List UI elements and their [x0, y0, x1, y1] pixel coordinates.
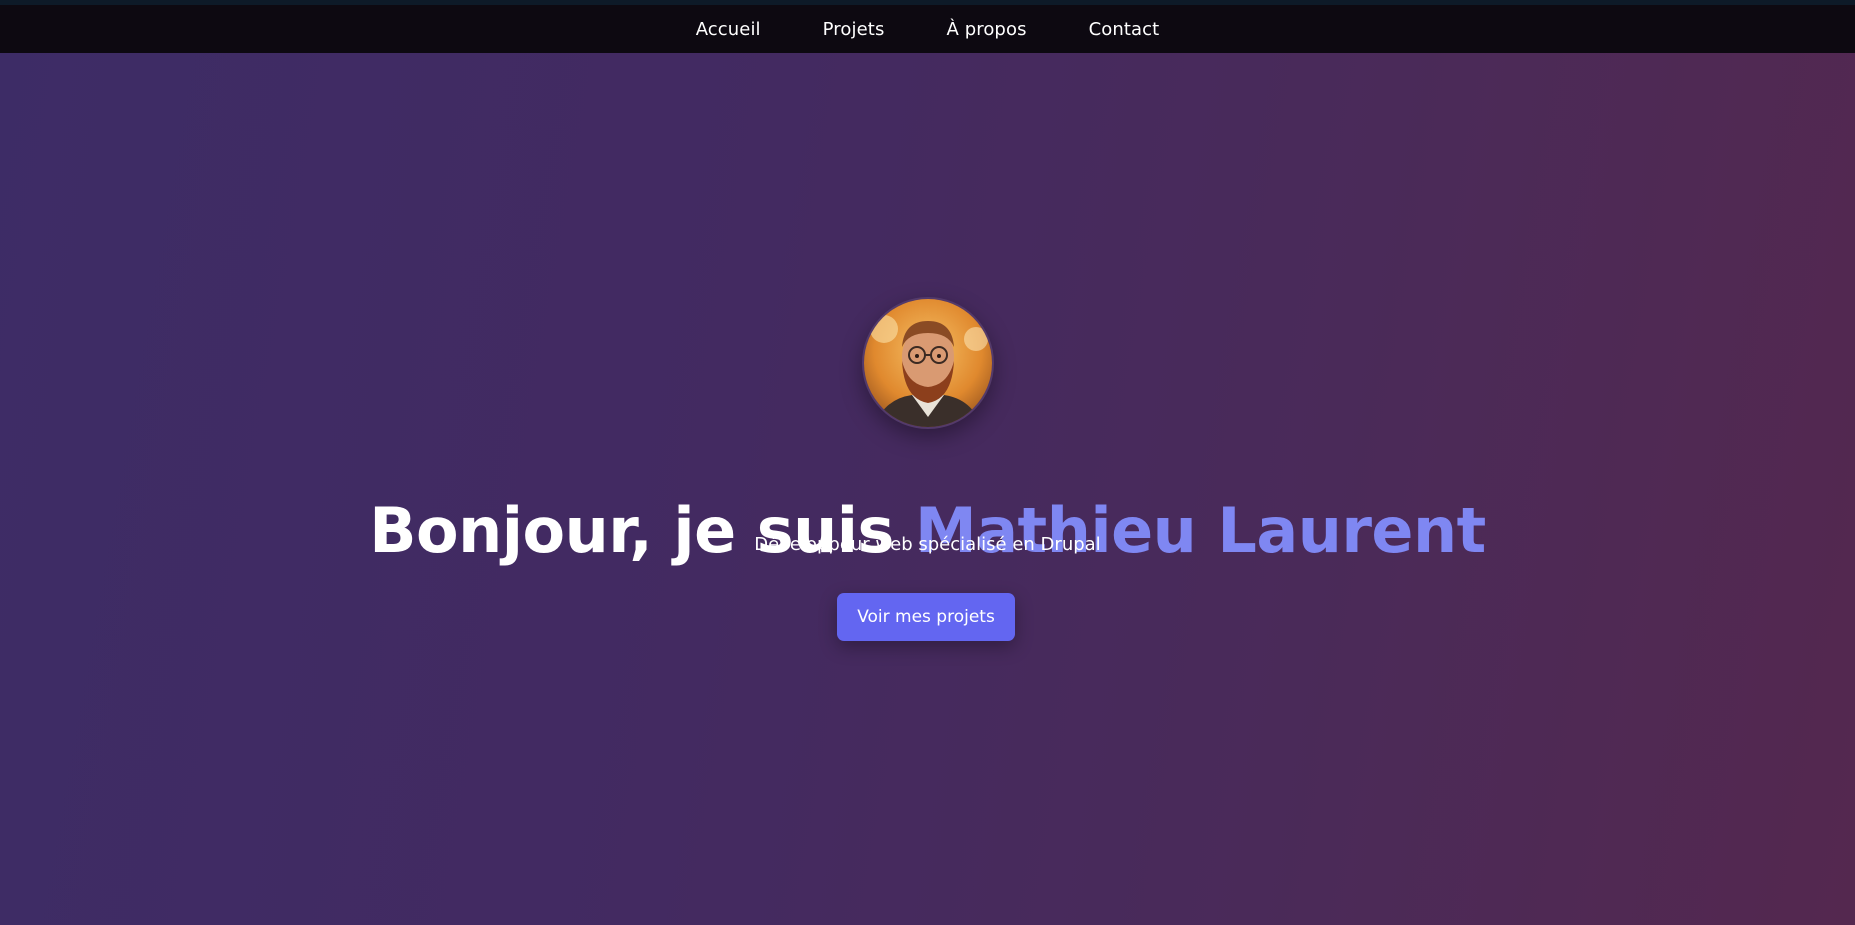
page-title: Bonjour, je suis Mathieu Laurent — [0, 493, 1855, 569]
subtitle: Développeur web spécialisé en Drupal — [754, 534, 1101, 555]
avatar — [862, 297, 994, 429]
nav-link-contact[interactable]: Contact — [1058, 19, 1191, 40]
profile-photo-icon — [864, 299, 992, 427]
view-projects-button[interactable]: Voir mes projets — [837, 593, 1015, 641]
nav-link-a-propos[interactable]: À propos — [915, 19, 1057, 40]
name-highlight: Mathieu Laurent — [915, 493, 1486, 567]
nav-link-projets[interactable]: Projets — [792, 19, 916, 40]
main-nav: Accueil Projets À propos Contact — [0, 5, 1855, 53]
nav-link-accueil[interactable]: Accueil — [665, 19, 792, 40]
greeting-text: Bonjour, je suis — [369, 493, 894, 567]
top-navbar: Accueil Projets À propos Contact — [0, 0, 1855, 53]
hero-section: Bonjour, je suis Mathieu Laurent Dévelop… — [0, 53, 1855, 925]
page: Accueil Projets À propos Contact Bonjour… — [0, 0, 1855, 925]
